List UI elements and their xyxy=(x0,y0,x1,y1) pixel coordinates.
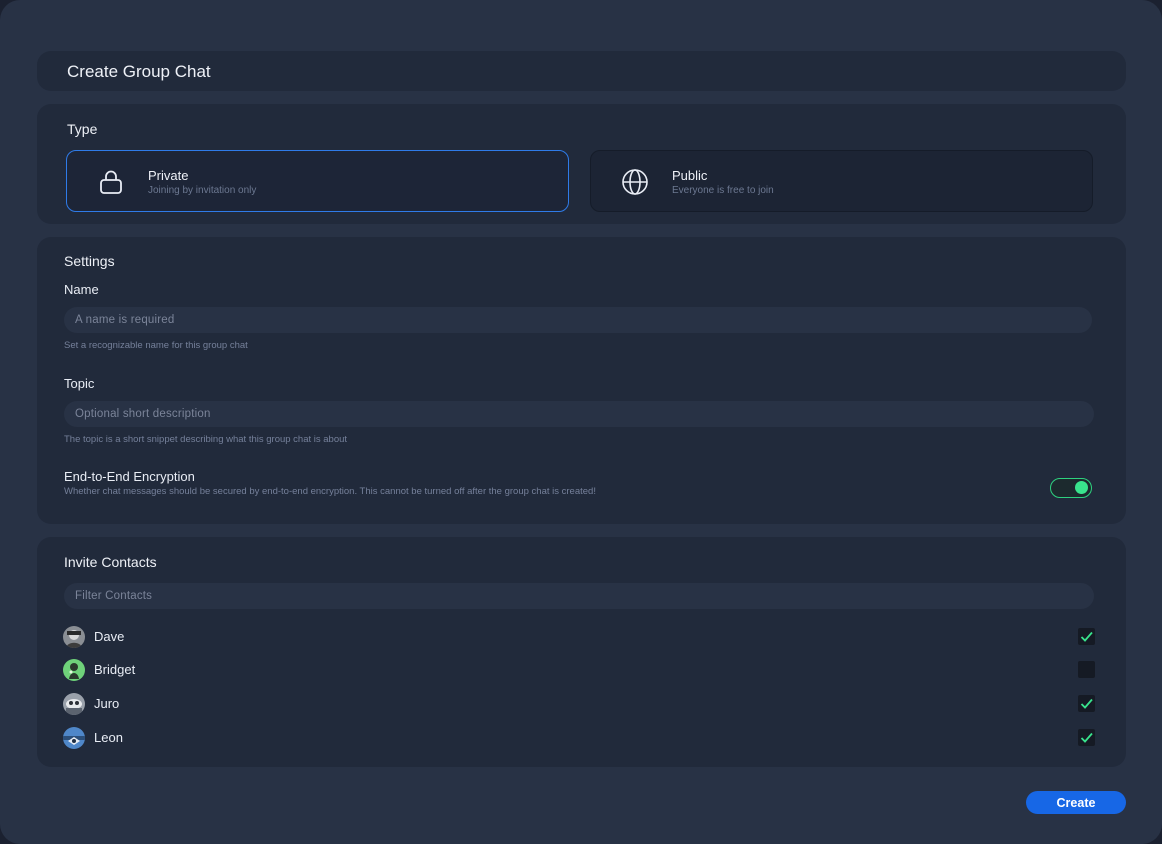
topic-field[interactable] xyxy=(64,401,1094,427)
topic-label: Topic xyxy=(64,376,95,391)
avatar xyxy=(63,727,85,749)
settings-section-label: Settings xyxy=(64,253,115,269)
invite-contacts-panel: Invite Contacts Dave xyxy=(37,537,1126,767)
contact-name: Bridget xyxy=(94,662,136,677)
encryption-toggle[interactable] xyxy=(1050,478,1092,498)
contact-checkbox[interactable] xyxy=(1078,661,1095,678)
name-label: Name xyxy=(64,282,99,297)
contact-checkbox[interactable] xyxy=(1078,628,1095,645)
globe-icon xyxy=(621,168,649,196)
header-panel: Create Group Chat xyxy=(37,51,1126,91)
type-option-title: Public xyxy=(672,168,708,183)
contacts-section-label: Invite Contacts xyxy=(64,554,157,570)
contact-name: Leon xyxy=(94,730,123,745)
contact-row-bridget[interactable]: Bridget xyxy=(63,658,1095,682)
type-option-subtitle: Joining by invitation only xyxy=(148,185,257,196)
contact-name: Juro xyxy=(94,696,120,711)
type-option-public[interactable]: Public Everyone is free to join xyxy=(590,150,1093,212)
dialog-title: Create Group Chat xyxy=(67,62,211,81)
name-hint: Set a recognizable name for this group c… xyxy=(64,340,248,351)
toggle-knob xyxy=(1075,481,1088,494)
contact-row-juro[interactable]: Juro xyxy=(63,692,1095,716)
contact-checkbox[interactable] xyxy=(1078,695,1095,712)
contact-row-dave[interactable]: Dave xyxy=(63,625,1095,649)
type-section-label: Type xyxy=(67,121,98,137)
contact-checkbox[interactable] xyxy=(1078,729,1095,746)
name-field[interactable] xyxy=(64,307,1092,333)
encryption-hint: Whether chat messages should be secured … xyxy=(64,486,596,497)
type-option-subtitle: Everyone is free to join xyxy=(672,185,774,196)
type-panel: Type Private Joining by invitation only … xyxy=(37,104,1126,224)
topic-hint: The topic is a short snippet describing … xyxy=(64,434,348,445)
avatar xyxy=(63,626,85,648)
contact-row-leon[interactable]: Leon xyxy=(63,726,1095,750)
contact-name: Dave xyxy=(94,629,125,644)
filter-contacts-input[interactable] xyxy=(64,583,1094,609)
create-group-chat-dialog: Create Group Chat Type Private Joining b… xyxy=(0,0,1162,844)
type-option-private[interactable]: Private Joining by invitation only xyxy=(66,150,569,212)
lock-icon xyxy=(97,168,125,196)
settings-panel: Settings Name Set a recognizable name fo… xyxy=(37,237,1126,524)
encryption-label: End-to-End Encryption xyxy=(64,469,195,484)
avatar xyxy=(63,693,85,715)
avatar xyxy=(63,659,85,681)
type-option-title: Private xyxy=(148,168,189,183)
create-button[interactable]: Create xyxy=(1026,791,1126,814)
